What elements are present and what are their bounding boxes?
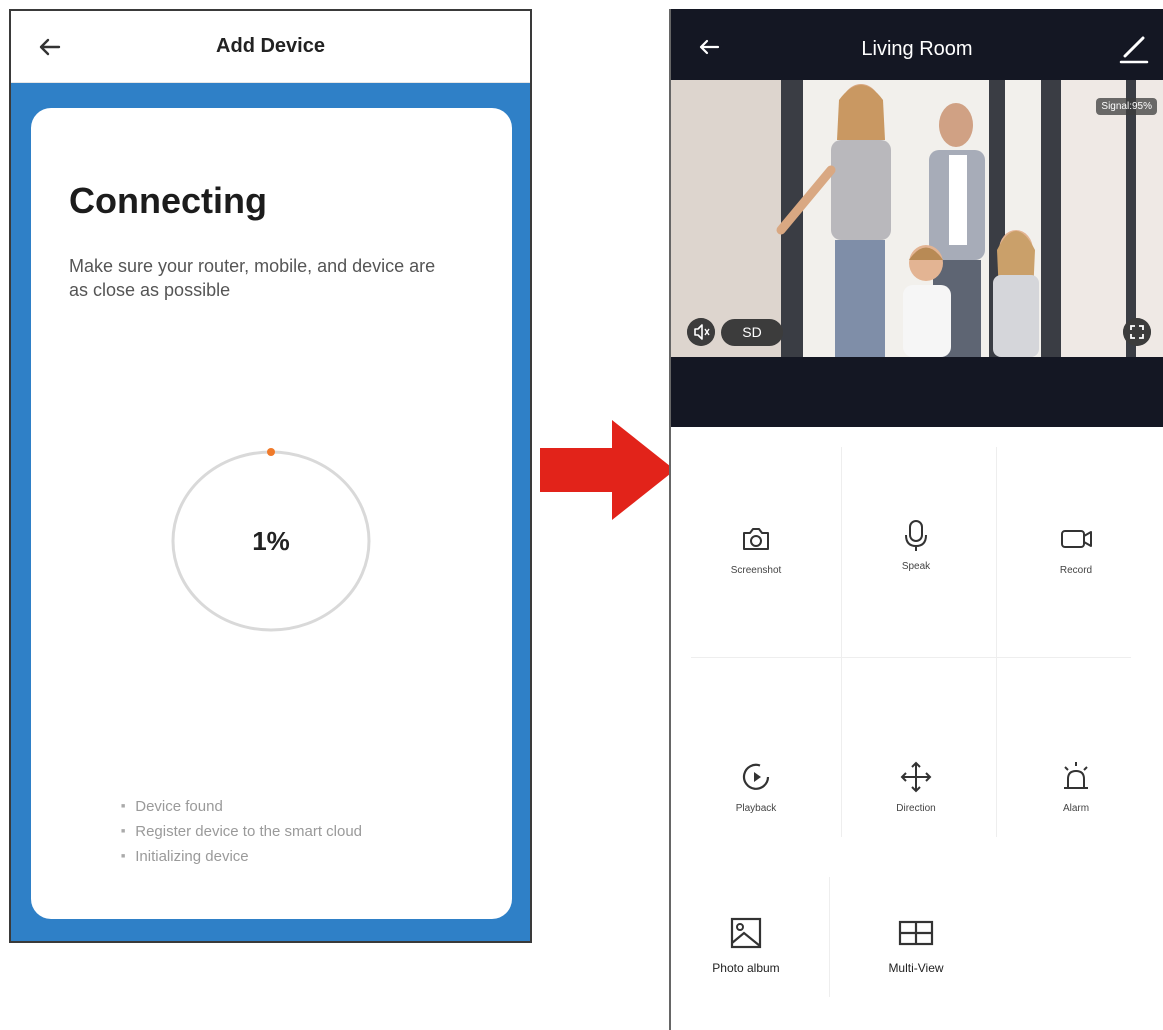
camera-live-screen: Living Room Signal:95% SD Screenshot Spe… <box>669 9 1163 1030</box>
move-arrows-icon <box>900 761 932 793</box>
connecting-card: Connecting Make sure your router, mobile… <box>31 108 512 919</box>
speak-button[interactable]: Speak <box>841 515 991 635</box>
video-camera-icon <box>1061 530 1092 548</box>
multi-view-button[interactable]: Multi-View <box>841 913 991 1030</box>
step-item: Initializing device <box>121 844 362 869</box>
microphone-icon <box>905 520 927 551</box>
control-label: Multi-View <box>888 961 944 975</box>
connecting-description: Make sure your router, mobile, and devic… <box>69 256 436 300</box>
progress-percent: 1% <box>252 525 290 556</box>
control-label: Screenshot <box>730 565 782 576</box>
grid-icon <box>898 920 934 946</box>
image-icon <box>730 917 762 949</box>
control-label: Playback <box>735 803 777 814</box>
control-label: Alarm <box>1062 803 1090 814</box>
screenshot-button[interactable]: Screenshot <box>681 519 831 639</box>
edit-pencil-icon[interactable] <box>1117 31 1151 65</box>
alarm-button[interactable]: Alarm <box>1001 757 1151 877</box>
page-title: Living Room <box>861 38 973 60</box>
control-label: Direction <box>896 803 936 814</box>
app-header: Living Room <box>671 9 1163 80</box>
signal-strength-badge: Signal:95% <box>1096 98 1157 115</box>
fullscreen-icon[interactable] <box>1123 318 1151 346</box>
playback-button[interactable]: Playback <box>681 757 831 877</box>
video-frame-image <box>671 80 1163 357</box>
speaker-mute-icon[interactable] <box>687 318 715 346</box>
connecting-heading: Connecting <box>69 180 267 221</box>
step-item: Device found <box>121 794 362 819</box>
control-label: Record <box>1059 565 1093 576</box>
siren-icon <box>1064 762 1088 789</box>
connection-steps-list: Device found Register device to the smar… <box>121 794 362 869</box>
playback-icon <box>742 763 770 790</box>
camera-controls-grid: Screenshot Speak Record Playback Directi… <box>671 427 1163 1030</box>
direction-button[interactable]: Direction <box>841 757 991 877</box>
add-device-screen: Add Device Connecting Make sure your rou… <box>9 9 532 943</box>
arrow-right-icon <box>540 420 675 520</box>
live-video-feed[interactable]: Signal:95% SD <box>671 80 1163 357</box>
record-button[interactable]: Record <box>1001 519 1151 639</box>
photo-album-button[interactable]: Photo album <box>671 913 821 1030</box>
control-label: Photo album <box>712 961 780 975</box>
control-label: Speak <box>901 561 931 572</box>
step-item: Register device to the smart cloud <box>121 819 362 844</box>
video-bottom-bar <box>671 357 1163 427</box>
camera-icon <box>743 528 769 550</box>
app-header: Add Device <box>11 11 530 83</box>
page-title: Add Device <box>216 35 325 57</box>
video-quality-button[interactable]: SD <box>721 319 783 346</box>
